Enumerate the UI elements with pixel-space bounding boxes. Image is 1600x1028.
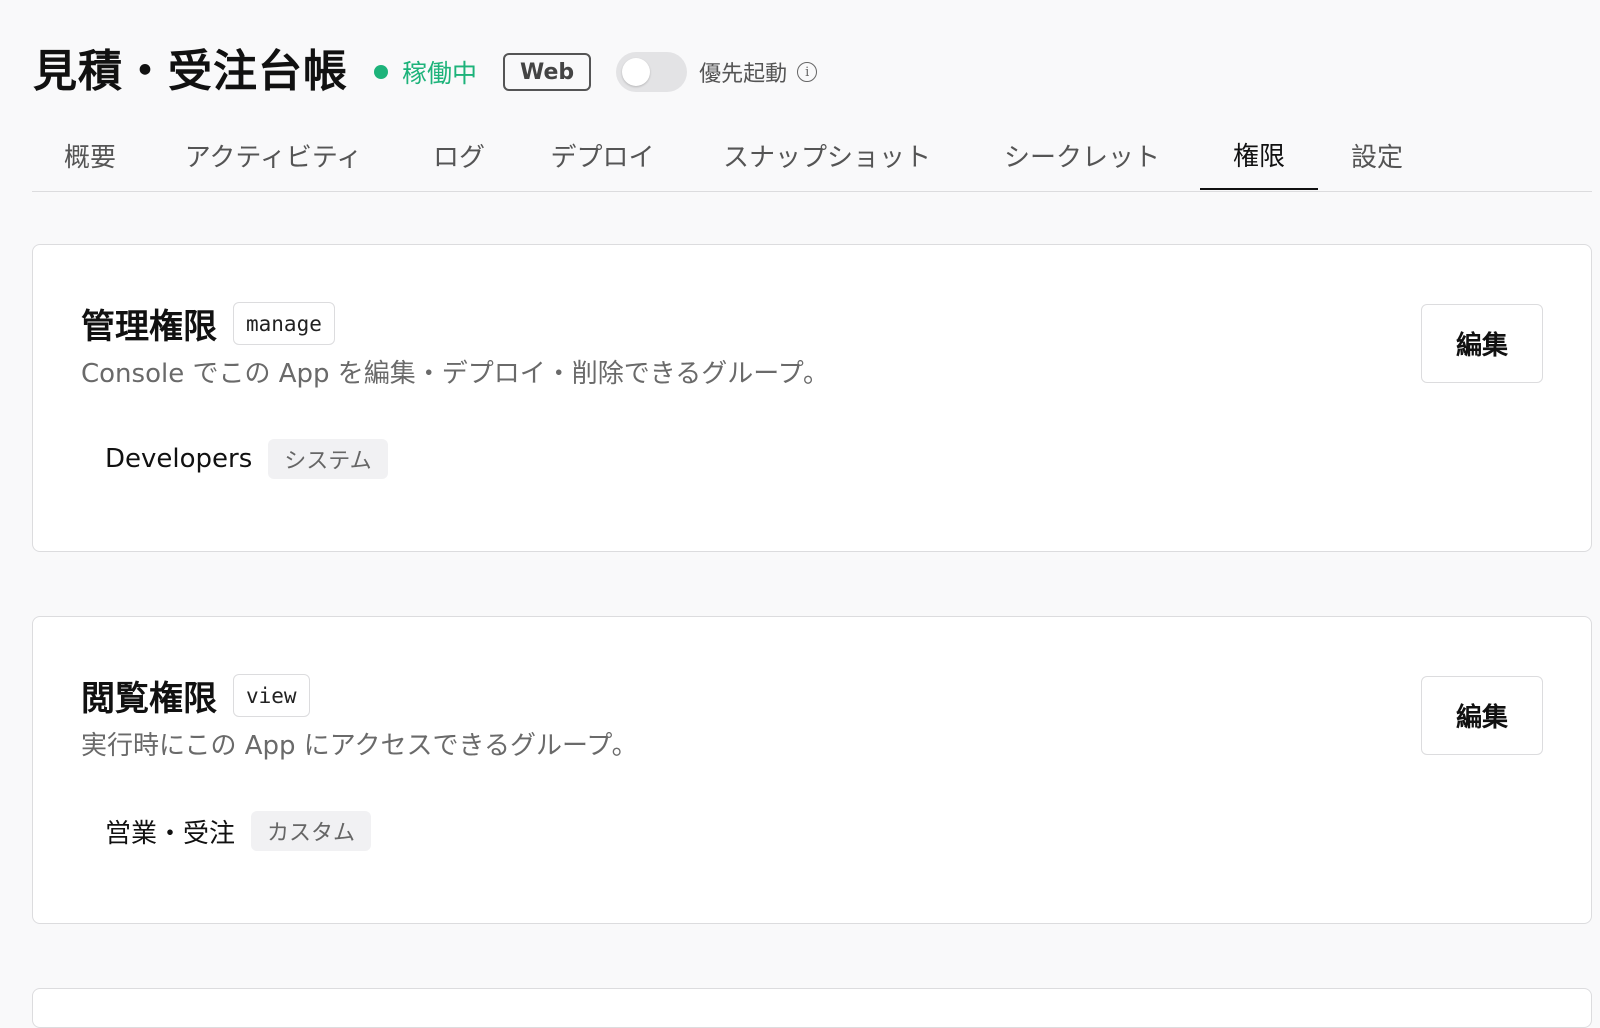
status-label: 稼働中 <box>402 59 478 88</box>
status-dot-icon <box>374 65 388 79</box>
card-description: 実行時にこの App にアクセスできるグループ。 <box>81 731 638 761</box>
tab-overview[interactable]: 概要 <box>32 120 148 190</box>
permission-code-chip: view <box>233 674 310 717</box>
tab-settings[interactable]: 設定 <box>1318 120 1436 190</box>
group-type-tag: システム <box>268 439 388 479</box>
app-header: 見積・受注台帳 稼働中 Web 優先起動 i <box>33 42 818 102</box>
priority-startup-label: 優先起動 <box>699 62 788 87</box>
group-item: Developers システム <box>105 439 388 479</box>
tab-bar: 概要 アクティビティ ログ デプロイ スナップショット シークレット 権限 設定 <box>32 120 1592 192</box>
card-title-row: 管理権限 manage <box>81 299 335 348</box>
card-description: Console でこの App を編集・デプロイ・削除できるグループ。 <box>81 359 829 389</box>
permission-card-partial <box>32 988 1592 1028</box>
tab-snapshots[interactable]: スナップショット <box>702 120 952 190</box>
permission-card-manage: 管理権限 manage Console でこの App を編集・デプロイ・削除で… <box>32 244 1592 552</box>
tab-activity[interactable]: アクティビティ <box>165 120 382 190</box>
group-name: Developers <box>105 444 253 474</box>
edit-manage-button[interactable]: 編集 <box>1421 304 1543 383</box>
card-title: 閲覧権限 <box>81 679 217 719</box>
info-icon[interactable]: i <box>797 62 818 82</box>
tab-permissions[interactable]: 権限 <box>1200 120 1318 190</box>
tab-secrets[interactable]: シークレット <box>982 120 1182 190</box>
tab-logs[interactable]: ログ <box>415 120 503 190</box>
group-item: 営業・受注 カスタム <box>105 811 372 851</box>
card-title: 管理権限 <box>81 307 217 347</box>
group-type-tag: カスタム <box>251 811 372 851</box>
status-indicator: 稼働中 <box>374 54 477 90</box>
group-name: 営業・受注 <box>105 818 236 849</box>
edit-view-button[interactable]: 編集 <box>1421 676 1543 755</box>
page-title: 見積・受注台帳 <box>33 46 348 97</box>
toggle-knob <box>622 58 651 86</box>
permission-code-chip: manage <box>233 302 335 345</box>
card-title-row: 閲覧権限 view <box>81 671 310 720</box>
tab-deploy[interactable]: デプロイ <box>532 120 673 190</box>
app-type-badge: Web <box>503 53 592 91</box>
permission-card-view: 閲覧権限 view 実行時にこの App にアクセスできるグループ。 営業・受注… <box>32 616 1592 924</box>
priority-startup-toggle[interactable] <box>616 52 688 92</box>
